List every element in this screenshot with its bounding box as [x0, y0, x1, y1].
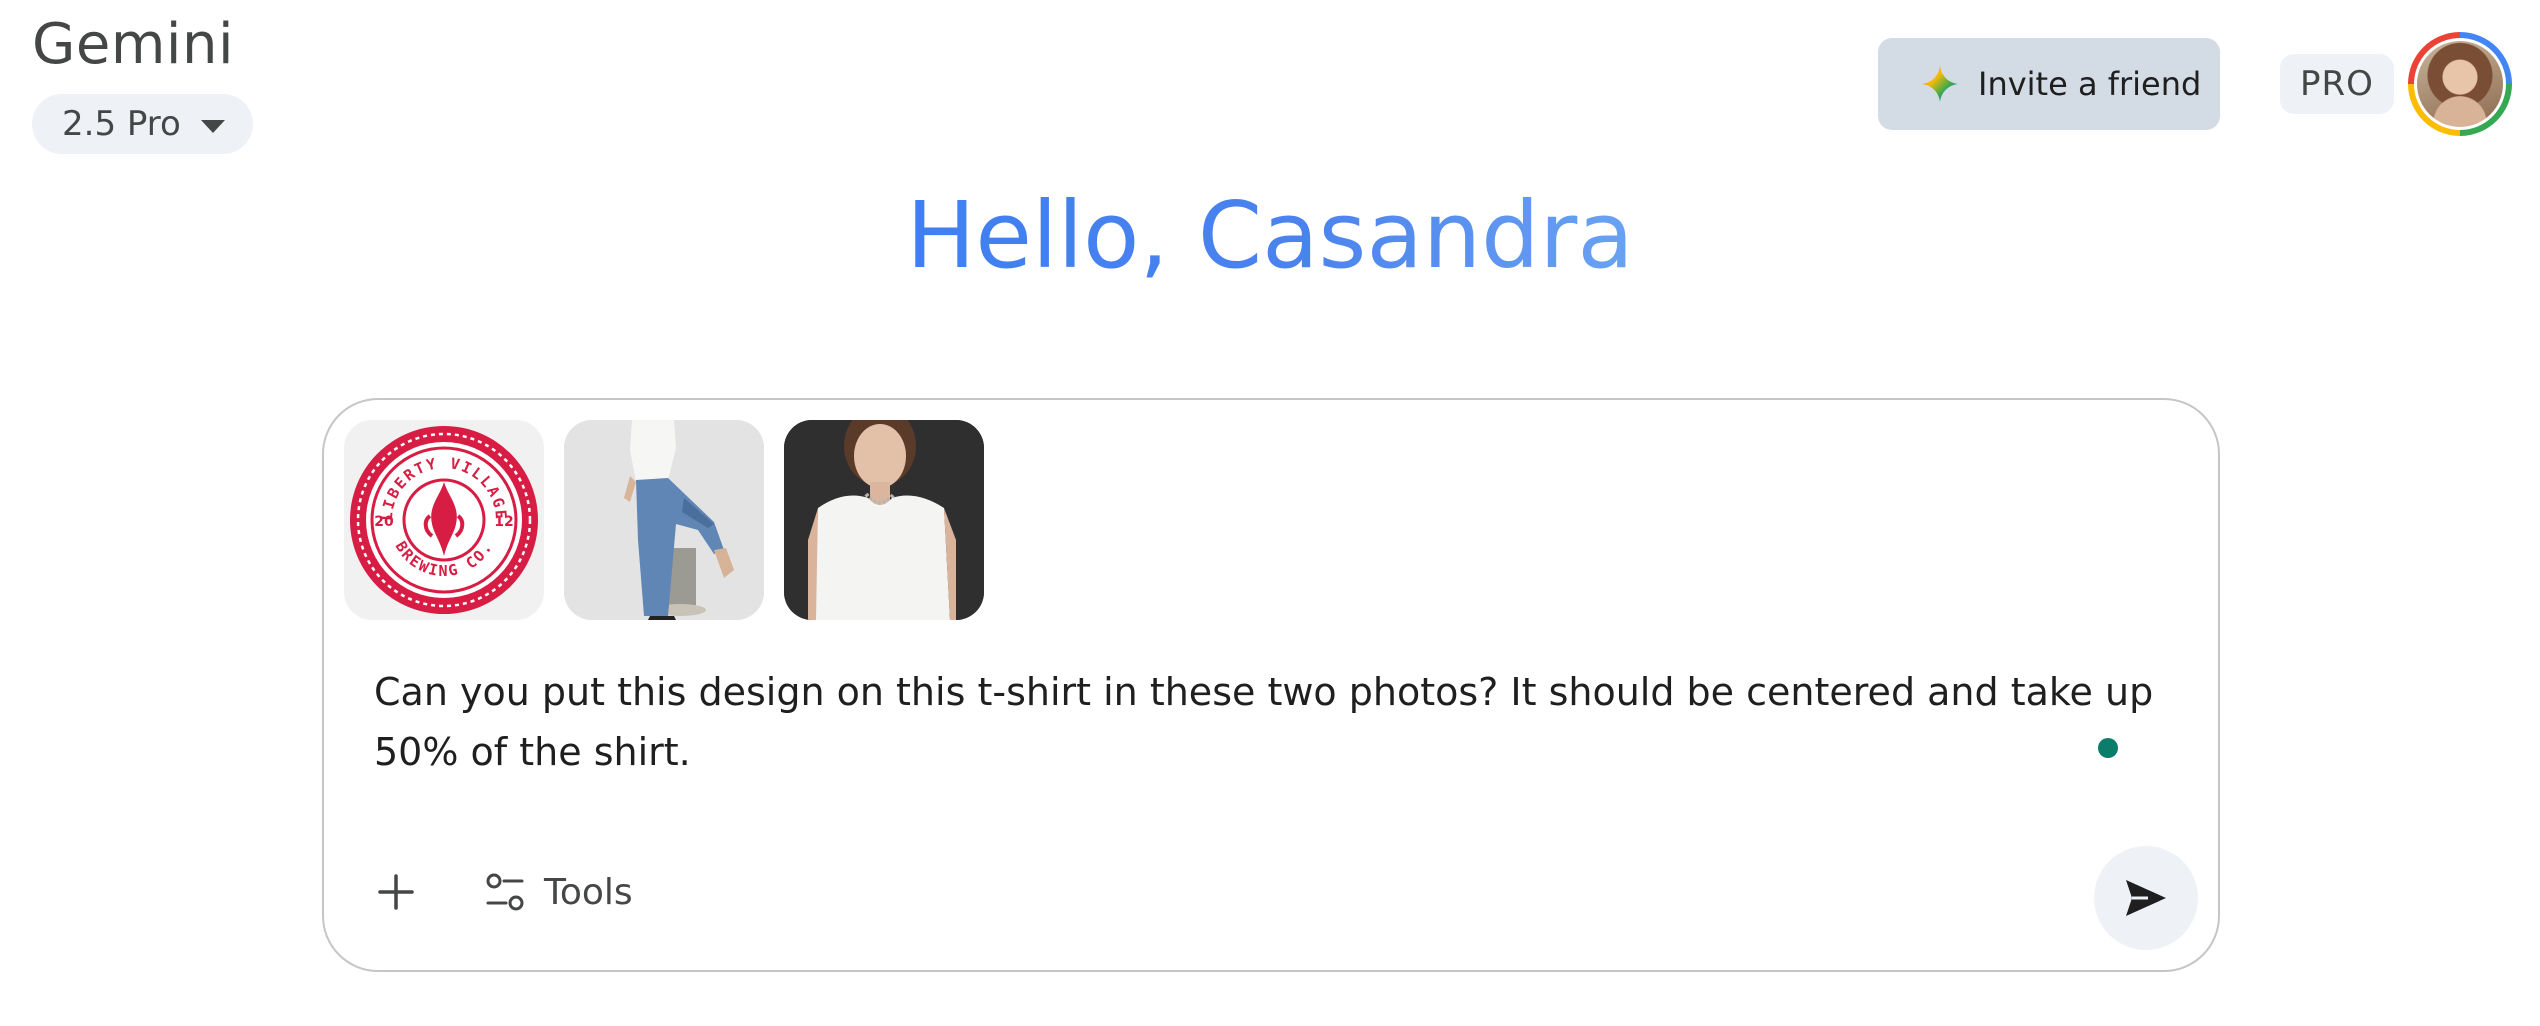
invite-friend-label: Invite a friend	[1978, 65, 2202, 103]
add-attachment-button[interactable]	[368, 864, 424, 920]
attachment-thumbnail-model-jeans[interactable]	[564, 420, 764, 620]
invite-friend-button[interactable]: Invite a friend	[1878, 38, 2220, 130]
user-avatar	[2417, 41, 2503, 127]
tools-icon	[486, 873, 524, 911]
model-selector-label: 2.5 Pro	[62, 104, 181, 144]
liberty-village-brewing-logo: LIBERTY VILLAGE BREWING CO. 20 12	[350, 426, 538, 614]
prompt-input[interactable]: Can you put this design on this t-shirt …	[374, 662, 2154, 782]
svg-text:12: 12	[494, 514, 513, 530]
svg-text:20: 20	[374, 514, 394, 530]
tools-label: Tools	[544, 871, 633, 913]
status-dot	[2098, 738, 2118, 758]
model-jeans-photo	[564, 420, 764, 620]
attachment-thumbnail-model-portrait[interactable]	[784, 420, 984, 620]
prompt-composer: LIBERTY VILLAGE BREWING CO. 20 12 Can yo…	[322, 398, 2220, 972]
greeting-heading: Hello, Casandra	[906, 182, 1634, 289]
send-button[interactable]	[2094, 846, 2198, 950]
model-selector[interactable]: 2.5 Pro	[32, 94, 253, 154]
account-avatar[interactable]	[2408, 32, 2512, 136]
pro-badge: PRO	[2280, 54, 2394, 114]
send-icon	[2126, 880, 2166, 916]
tools-button[interactable]: Tools	[484, 860, 633, 924]
plus-icon	[378, 874, 414, 910]
model-portrait-photo	[784, 420, 984, 620]
app-title: Gemini	[32, 12, 235, 77]
caret-down-icon	[200, 119, 225, 133]
attachment-thumbnail-logo[interactable]: LIBERTY VILLAGE BREWING CO. 20 12	[344, 420, 544, 620]
sparkle-icon	[1921, 65, 1959, 103]
